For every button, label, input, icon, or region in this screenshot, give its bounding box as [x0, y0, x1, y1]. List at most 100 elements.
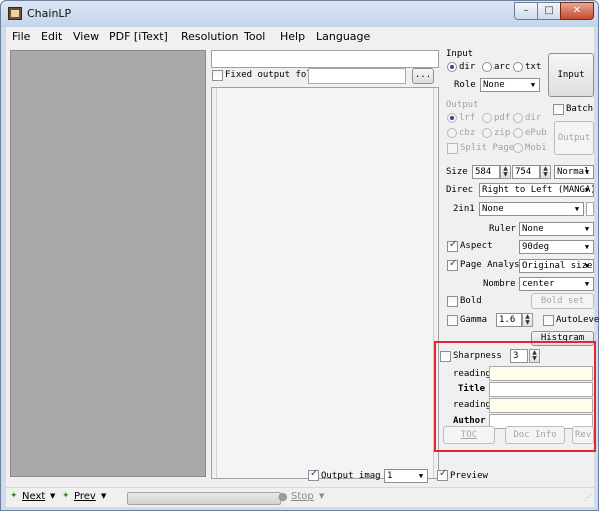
output-dir-label: dir	[525, 113, 542, 123]
resize-grip-icon[interactable]: ⋰	[584, 493, 592, 502]
menu-view[interactable]: View	[73, 30, 99, 43]
preview-checkbox[interactable]	[437, 468, 448, 481]
output-image-checkbox[interactable]	[308, 468, 319, 481]
file-list[interactable]	[211, 87, 439, 479]
input-dir-label: dir	[459, 62, 476, 72]
split-page-checkbox[interactable]	[447, 143, 458, 154]
page-preview-pane[interactable]	[10, 50, 206, 477]
output-mobi-label: Mobi	[525, 143, 547, 153]
output-mobi-radio[interactable]	[513, 143, 523, 153]
chevron-down-icon: ▼	[584, 280, 590, 288]
chevron-down-icon[interactable]: ▼	[101, 492, 106, 500]
chevron-down-icon: ▼	[530, 81, 536, 89]
twoin1-label: 2in1	[453, 204, 475, 214]
status-bar: ✦ Next ▼ ✦ Prev ▼ ● Stop ▼ ⋰	[6, 487, 594, 507]
bold-set-button[interactable]: Bold set	[531, 293, 594, 309]
progress-bar	[127, 492, 281, 505]
output-lrf-radio[interactable]	[447, 113, 457, 123]
aspect-select[interactable]: 90deg ▼	[519, 240, 594, 254]
minimize-button[interactable]: –	[514, 2, 538, 20]
direction-value: Right to Left (MANGA)	[482, 185, 594, 195]
chevron-down-icon: ▼	[584, 225, 590, 233]
direc-label: Direc	[446, 185, 474, 195]
input-txt-radio[interactable]	[513, 62, 523, 72]
app-icon	[8, 7, 22, 20]
title-bar: ChainLP – □ ✕	[1, 1, 598, 27]
browse-button[interactable]: ...	[412, 68, 434, 84]
chevron-down-icon: ▼	[584, 262, 590, 270]
maximize-button[interactable]: □	[537, 2, 561, 20]
role-value: None	[483, 80, 505, 90]
autolevel-label: AutoLevel	[556, 315, 599, 325]
twoin1-extra-field[interactable]	[586, 202, 594, 216]
menu-edit[interactable]: Edit	[41, 30, 62, 43]
menu-pdf[interactable]: PDF [iText]	[109, 30, 168, 43]
batch-checkbox[interactable]	[553, 104, 564, 115]
ruler-label: Ruler	[489, 224, 517, 234]
highlight-box	[434, 341, 596, 452]
autolevel-checkbox[interactable]	[543, 315, 554, 326]
path-input[interactable]	[211, 50, 439, 68]
menu-tool[interactable]: Tool	[244, 30, 265, 43]
output-epub-radio[interactable]	[513, 128, 523, 138]
output-zip-label: zip	[494, 128, 511, 138]
output-pdf-radio[interactable]	[482, 113, 492, 123]
next-button[interactable]: Next	[22, 491, 45, 502]
gamma-label: Gamma	[460, 315, 488, 325]
page-analys-checkbox[interactable]	[447, 258, 458, 271]
chevron-down-icon: ▼	[584, 168, 590, 176]
fixed-output-checkbox[interactable]	[212, 70, 223, 81]
output-lrf-label: lrf	[459, 113, 476, 123]
output-button[interactable]: Output	[554, 121, 594, 155]
role-select[interactable]: None ▼	[480, 78, 540, 92]
menu-bar: File Edit View PDF [iText] Resolution To…	[6, 27, 594, 47]
output-image-select[interactable]: 1 ▼	[384, 469, 428, 483]
prev-button[interactable]: Prev	[74, 491, 96, 502]
twoin1-value: None	[482, 204, 504, 214]
output-pdf-label: pdf	[494, 113, 511, 123]
menu-help[interactable]: Help	[280, 30, 305, 43]
twoin1-select[interactable]: None ▼	[479, 202, 584, 216]
gamma-checkbox[interactable]	[447, 315, 458, 326]
width-spinner[interactable]: ▲ ▼	[500, 165, 511, 179]
input-arc-radio[interactable]	[482, 62, 492, 72]
client-area: Fixed output folde ... Output imag 1▼ Pr…	[6, 47, 599, 505]
gamma-input[interactable]: 1.6	[496, 313, 522, 327]
width-input[interactable]: 584	[472, 165, 500, 179]
input-dir-radio[interactable]	[447, 62, 457, 72]
menu-language[interactable]: Language	[316, 30, 370, 43]
size-mode-select[interactable]: Normal ▼	[554, 165, 594, 179]
stop-button[interactable]: Stop	[291, 491, 314, 502]
aspect-label: Aspect	[460, 241, 493, 251]
window-title: ChainLP	[27, 7, 72, 20]
chevron-down-icon: ▼	[574, 205, 580, 213]
next-arrow-icon: ✦	[10, 491, 18, 501]
output-cbz-label: cbz	[459, 128, 476, 138]
output-zip-radio[interactable]	[482, 128, 492, 138]
height-input[interactable]: 754	[512, 165, 540, 179]
input-group-title: Input	[446, 49, 474, 59]
menu-file[interactable]: File	[12, 30, 30, 43]
output-dir-radio[interactable]	[513, 113, 523, 123]
nombre-select[interactable]: center ▼	[519, 277, 594, 291]
aspect-checkbox[interactable]	[447, 239, 458, 252]
batch-label: Batch	[566, 104, 594, 114]
input-button[interactable]: Input	[548, 53, 594, 97]
nombre-value: center	[522, 279, 555, 289]
split-page-label: Split Page	[460, 143, 515, 153]
file-list-body	[216, 88, 434, 478]
page-analys-select[interactable]: Original size ▼	[519, 259, 594, 273]
output-folder-field[interactable]	[308, 68, 406, 84]
direction-select[interactable]: Right to Left (MANGA) ▼	[479, 183, 594, 197]
height-spinner[interactable]: ▲ ▼	[540, 165, 551, 179]
output-cbz-radio[interactable]	[447, 128, 457, 138]
input-txt-label: txt	[525, 62, 542, 72]
gamma-spinner[interactable]: ▲ ▼	[522, 313, 533, 327]
close-button[interactable]: ✕	[560, 2, 594, 20]
aspect-value: 90deg	[522, 242, 550, 252]
menu-resolution[interactable]: Resolution	[181, 30, 238, 43]
ruler-select[interactable]: None ▼	[519, 222, 594, 236]
chevron-down-icon[interactable]: ▼	[50, 492, 55, 500]
bold-checkbox[interactable]	[447, 296, 458, 307]
chevron-down-icon[interactable]: ▼	[319, 492, 324, 500]
